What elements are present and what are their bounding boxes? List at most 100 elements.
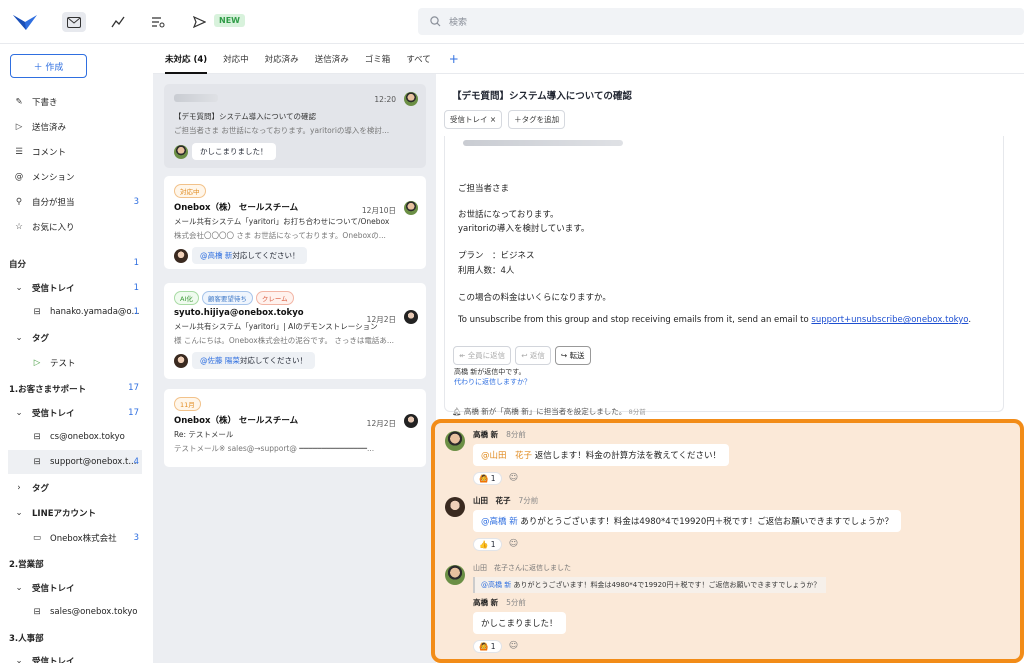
- item-comment: かしこまりました！: [192, 143, 276, 160]
- add-tag-button[interactable]: ＋タグを追加: [508, 110, 566, 129]
- support-inbox[interactable]: ⌄ 受信トレイ 17: [12, 407, 142, 419]
- forward-button[interactable]: ↪ 転送: [554, 346, 591, 365]
- nav-sent[interactable]: ▷ 送信済み: [12, 121, 142, 133]
- comment-time: 5分前: [506, 598, 526, 607]
- line-item[interactable]: ▭ Onebox株式会社 3: [30, 532, 142, 544]
- nav-label: お気に入り: [32, 223, 75, 233]
- comment-author: 高橋 新 5分前: [473, 597, 826, 608]
- sales-mailbox[interactable]: ⊟ sales@onebox.tokyo: [30, 607, 142, 617]
- section-title: 3.人事部: [9, 634, 44, 644]
- item-comment-row: @高橋 新 対応してください！: [174, 247, 416, 264]
- inbox-label: 受信トレイ: [32, 584, 75, 594]
- analytics-icon[interactable]: [106, 12, 130, 32]
- send-nav-icon[interactable]: [187, 12, 211, 32]
- tab-in-progress[interactable]: 対応中: [223, 45, 249, 73]
- item-subject: メール共有システム「yaritori」お打ち合わせについて/Onebox: [174, 217, 390, 226]
- tag-test[interactable]: ▷ テスト: [30, 357, 160, 369]
- nav-assigned[interactable]: ⚲ 自分が担当 3: [12, 196, 142, 208]
- reply-all-button[interactable]: ↞ 全員に返信: [453, 346, 512, 365]
- reply-actions: ↞ 全員に返信 ↩ 返信 ↪ 転送: [453, 346, 595, 365]
- mention: @山田 花子: [481, 451, 533, 461]
- item-preview: テストメール※ sales@→support@ ━━━━━━━━━━━━━━━.…: [174, 444, 375, 453]
- chevron-down-icon: ⌄: [15, 656, 23, 663]
- tag-chip-inbox[interactable]: 受信トレイ ×: [444, 110, 503, 129]
- nav-comments[interactable]: ☰ コメント: [12, 146, 142, 158]
- chevron-down-icon: ⌄: [15, 408, 23, 418]
- item-subject: 【デモ質問】システム導入についての確認: [174, 112, 317, 121]
- nav-label: メンション: [32, 173, 75, 183]
- tab-trash[interactable]: ゴミ箱: [365, 45, 391, 73]
- item-date: 12月10日: [361, 206, 396, 215]
- send-icon: ▷: [15, 122, 23, 132]
- reaction-chip[interactable]: 🙆 1: [473, 639, 502, 653]
- body-line: お世話になっております。: [458, 210, 559, 220]
- tab-unhandled[interactable]: 未対応 (4): [165, 45, 208, 74]
- item-time: 12:20: [374, 95, 396, 104]
- tag-label: タグ: [32, 484, 50, 494]
- mailbox-count: 1: [133, 307, 139, 317]
- add-reaction-icon[interactable]: ☺: [506, 639, 522, 653]
- comment-bubble: かしこまりました！: [473, 612, 566, 634]
- line-label: LINEアカウント: [32, 509, 96, 519]
- nav-mentions[interactable]: @ メンション: [12, 171, 142, 183]
- add-reaction-icon[interactable]: ☺: [506, 537, 522, 551]
- avatar: [404, 92, 418, 106]
- list-item[interactable]: 対応中 Onebox（株） セールスチーム 12月10日 メール共有システム「y…: [164, 176, 426, 269]
- section-self[interactable]: 自分 1: [9, 258, 142, 270]
- unsubscribe-link[interactable]: support+unsubscribe@onebox.tokyo: [811, 315, 968, 325]
- section-hr[interactable]: 3.人事部: [9, 632, 142, 644]
- add-reaction-icon[interactable]: ☺: [506, 471, 522, 485]
- comment-bubble: @高橋 新 ありがとうございます！料金は4980*4で19920円＋税です！ご返…: [473, 510, 902, 532]
- mail-icon[interactable]: [62, 12, 86, 32]
- reply-all-label: 全員に返信: [467, 351, 506, 360]
- reaction-chip[interactable]: 🙆 1: [473, 471, 502, 485]
- tab-done[interactable]: 対応済み: [265, 45, 299, 73]
- forward-icon: ↪: [560, 351, 568, 360]
- nav-label: コメント: [32, 148, 67, 158]
- app-logo-icon[interactable]: [12, 12, 38, 35]
- avatar: [445, 497, 465, 517]
- inbox-icon: ⊟: [33, 432, 41, 442]
- comment-icon: ☰: [15, 147, 23, 157]
- sales-inbox[interactable]: ⌄ 受信トレイ: [12, 582, 142, 594]
- support-mailbox-cs[interactable]: ⊟ cs@onebox.tokyo: [30, 432, 142, 442]
- support-mailbox-support[interactable]: ⊟ support@onebox.t... 4: [8, 450, 142, 474]
- compose-button[interactable]: ＋ 作成: [10, 54, 87, 78]
- list-item[interactable]: AI化 顧客要望待ち クレーム syuto.hijiya@onebox.toky…: [164, 283, 426, 379]
- tab-all[interactable]: すべて: [406, 45, 431, 73]
- body-line: yaritoriの導入を検討しています。: [458, 224, 590, 234]
- list-item[interactable]: 11月 Onebox（株） セールスチーム 12月2日 Re: テストメール テ…: [164, 389, 426, 467]
- quote-text: ありがとうございます！料金は4980*4で19920円＋税です！ご返信お願いでき…: [511, 581, 821, 589]
- mailbox-count: 4: [133, 457, 139, 467]
- section-sales[interactable]: 2.営業部: [9, 558, 142, 570]
- list-item[interactable]: 12:20 【デモ質問】システム導入についての確認 ご担当者さま お世話になって…: [164, 84, 426, 168]
- tag-item-label: テスト: [50, 359, 76, 369]
- self-tag[interactable]: ⌄ タグ: [12, 332, 142, 344]
- comment-message: 山田 花子 7分前 @高橋 新 ありがとうございます！料金は4980*4で1992…: [445, 495, 902, 551]
- tab-sent[interactable]: 送信済み: [315, 45, 349, 73]
- mailbox-label: sales@onebox.tokyo: [50, 607, 138, 617]
- tag-bar: 受信トレイ × ＋タグを追加: [444, 110, 571, 129]
- section-support[interactable]: 1.お客さまサポート 17: [9, 383, 142, 395]
- quoted-comment: @高橋 新 ありがとうございます！料金は4980*4で19920円＋税です！ご返…: [473, 577, 827, 593]
- item-comment: @高橋 新 対応してください！: [192, 247, 308, 264]
- reply-instead-link[interactable]: 代わりに返信しますか？: [454, 377, 531, 387]
- item-preview: 株式会社〇〇〇〇 さま お世話になっております。Oneboxの...: [174, 231, 386, 240]
- nav-favorites[interactable]: ☆ お気に入り: [12, 221, 142, 233]
- body-line: ご担当者さま: [458, 184, 510, 194]
- reaction-chip[interactable]: 👍 1: [473, 537, 502, 551]
- nav-drafts[interactable]: ✎ 下書き: [12, 96, 142, 108]
- support-tag[interactable]: › タグ: [12, 482, 142, 494]
- task-list-icon[interactable]: [146, 12, 170, 32]
- search-input[interactable]: 検索: [418, 8, 1024, 35]
- nav-count: 3: [133, 197, 139, 207]
- reply-label: 返信: [529, 351, 545, 360]
- line-account[interactable]: ⌄ LINEアカウント: [12, 507, 142, 519]
- add-tab-button[interactable]: +: [449, 44, 459, 74]
- hr-inbox[interactable]: ⌄ 受信トレイ: [12, 655, 142, 663]
- comment-text: 対応してください！: [232, 251, 300, 260]
- reply-button[interactable]: ↩ 返信: [515, 346, 551, 365]
- mailbox-label: support@onebox.t...: [50, 457, 137, 467]
- self-mailbox[interactable]: ⊟ hanako.yamada@o... 1: [30, 307, 142, 317]
- self-inbox[interactable]: ⌄ 受信トレイ 1: [12, 282, 142, 294]
